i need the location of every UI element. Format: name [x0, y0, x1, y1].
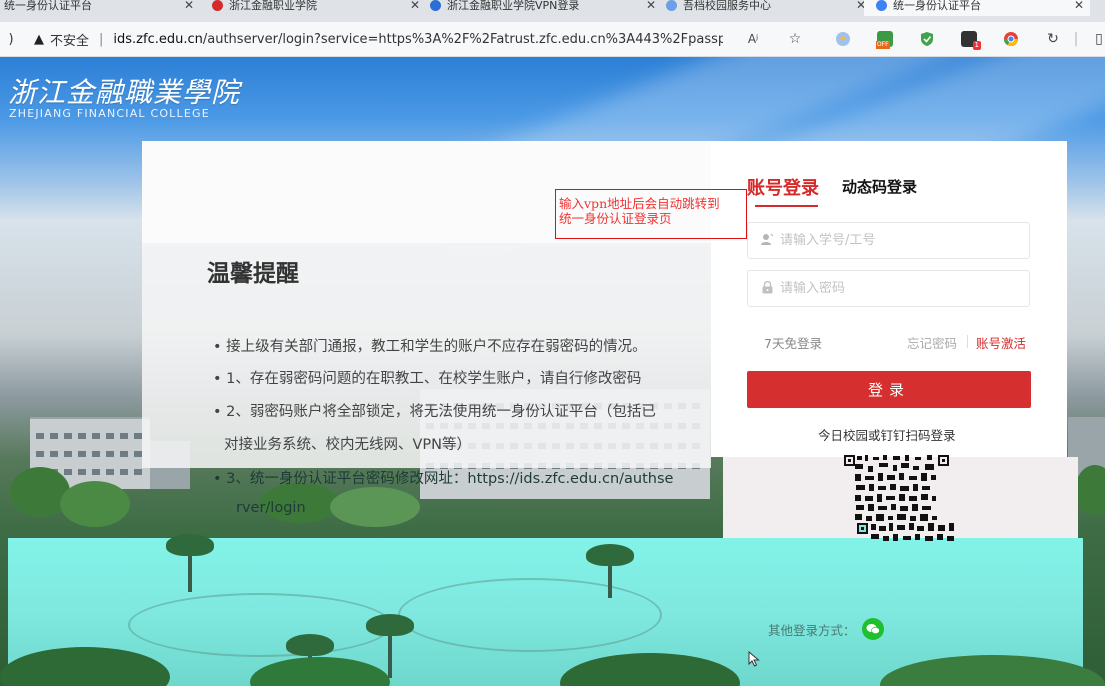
username-field[interactable]: [747, 222, 1030, 259]
url-host: ids.zfc.edu.cn: [113, 31, 203, 47]
read-aloud-icon[interactable]: Aʲ: [742, 28, 764, 50]
username-input[interactable]: [780, 233, 1010, 248]
palm-tree: [366, 614, 414, 678]
active-tab-indicator: [755, 205, 818, 207]
browser-tab[interactable]: 浙江金融职业学院VPN登录 ✕: [418, 0, 662, 16]
palm-tree: [586, 544, 634, 598]
notice-line: • 接上级有关部门通报，教工和学生的账户不应存在弱密码的情况。: [213, 339, 647, 355]
sidebar-icon[interactable]: ▯: [1088, 28, 1105, 50]
user-icon: [760, 233, 774, 248]
tab-label: 浙江金融职业学院: [229, 0, 317, 12]
plaza-ring: [128, 593, 392, 657]
tab-close-icon[interactable]: ✕: [184, 0, 194, 12]
browser-tab-active[interactable]: 统一身份认证平台 ✕: [864, 0, 1090, 16]
address-separator: |: [99, 31, 104, 47]
tab-favicon-icon: [666, 0, 677, 11]
url-path: /authserver/login?service=https%3A%2F%2F…: [202, 31, 724, 47]
chrome-icon[interactable]: [1000, 28, 1022, 50]
notice-line: rver/login: [236, 500, 306, 516]
notice-title: 温馨提醒: [207, 261, 299, 287]
other-login-methods: 其他登录方式：: [768, 618, 884, 640]
activate-account-link[interactable]: 账号激活: [976, 333, 1026, 352]
palm-tree: [166, 534, 214, 592]
red-badge-count: 1: [972, 41, 981, 50]
browser-tab[interactable]: 统一身份认证平台 ✕: [0, 0, 200, 16]
forgot-password-link[interactable]: 忘记密码: [907, 333, 957, 352]
annotation-callout: 输入vpn地址后会自动跳转到 统一身份认证登录页: [555, 189, 747, 239]
qr-caption: 今日校园或钉钉扫码登录: [818, 428, 956, 443]
qr-code-image[interactable]: [843, 454, 961, 546]
password-field[interactable]: [747, 270, 1030, 307]
lock-icon: [760, 280, 774, 297]
off-badge-text: OFF: [876, 41, 890, 49]
login-button[interactable]: 登录: [747, 371, 1031, 408]
address-bar: ) ▲ 不安全 | ids.zfc.edu.cn/authserver/logi…: [0, 22, 1105, 57]
tree: [330, 487, 420, 527]
shield-icon[interactable]: [916, 28, 938, 50]
plaza-ring: [398, 578, 662, 652]
browser-tab[interactable]: 浙江金融职业学院 ✕: [200, 0, 426, 16]
tab-favicon-icon: [876, 0, 887, 11]
tab-label: 统一身份认证平台: [4, 0, 92, 12]
notice-line: • 3、统一身份认证平台密码修改网址：https://ids.zfc.edu.c…: [213, 471, 674, 487]
reload-icon[interactable]: ): [0, 32, 22, 47]
off-badge-icon[interactable]: OFF: [874, 28, 896, 50]
collections-icon[interactable]: ↻: [1042, 28, 1064, 50]
tab-dynamic-code-login[interactable]: 动态码登录: [842, 176, 917, 197]
extension-icon[interactable]: [832, 28, 854, 50]
tab-label: 吾档校园服务中心: [683, 0, 771, 12]
link-divider: [967, 335, 968, 348]
notice-line: 对接业务系统、校内无线网、VPN等）: [224, 437, 472, 453]
annotation-line: 输入vpn地址后会自动跳转到: [559, 196, 720, 211]
tree: [1075, 465, 1105, 515]
warning-icon[interactable]: ▲: [34, 32, 44, 47]
toolbar-icons: Aʲ ☆ OFF 1 ↻ | ▯: [742, 22, 1105, 56]
browser-tab-bar: 统一身份认证平台 ✕ 浙江金融职业学院 ✕ 浙江金融职业学院VPN登录 ✕ 吾档…: [0, 0, 1105, 22]
other-login-label: 其他登录方式：: [768, 622, 856, 638]
browser-tab[interactable]: 吾档校园服务中心 ✕: [654, 0, 872, 16]
remember-7-days-link[interactable]: 7天免登录: [764, 333, 822, 352]
page-viewport: 浙江金融職業學院 ZHEJIANG FINANCIAL COLLEGE 温馨提醒…: [0, 57, 1105, 686]
toolbar-divider: |: [1073, 31, 1079, 47]
mouse-cursor-icon: [748, 650, 760, 671]
notice-line: • 2、弱密码账户将全部锁定，将无法使用统一身份认证平台（包括已: [213, 404, 656, 420]
tab-favicon-icon: [212, 0, 223, 11]
tree: [60, 481, 130, 527]
password-input[interactable]: [780, 281, 1010, 296]
extension-red-badge-icon[interactable]: 1: [958, 28, 981, 50]
tab-label: 浙江金融职业学院VPN登录: [447, 0, 580, 12]
college-logo-chinese: 浙江金融職業學院: [8, 76, 241, 109]
annotation-line: 统一身份认证登录页: [559, 211, 672, 226]
url-field[interactable]: ids.zfc.edu.cn/authserver/login?service=…: [113, 32, 723, 47]
insecure-label[interactable]: 不安全: [50, 30, 89, 49]
tab-close-icon[interactable]: ✕: [1074, 0, 1084, 12]
notice-line: • 1、存在弱密码问题的在职教工、在校学生账户，请自行修改密码: [213, 371, 642, 387]
tab-favicon-icon: [430, 0, 441, 11]
tab-account-login[interactable]: 账号登录: [747, 174, 819, 200]
tab-label: 统一身份认证平台: [893, 0, 981, 12]
favorite-star-icon[interactable]: ☆: [784, 28, 806, 50]
college-logo-english: ZHEJIANG FINANCIAL COLLEGE: [9, 107, 210, 120]
wechat-icon[interactable]: [861, 618, 884, 640]
